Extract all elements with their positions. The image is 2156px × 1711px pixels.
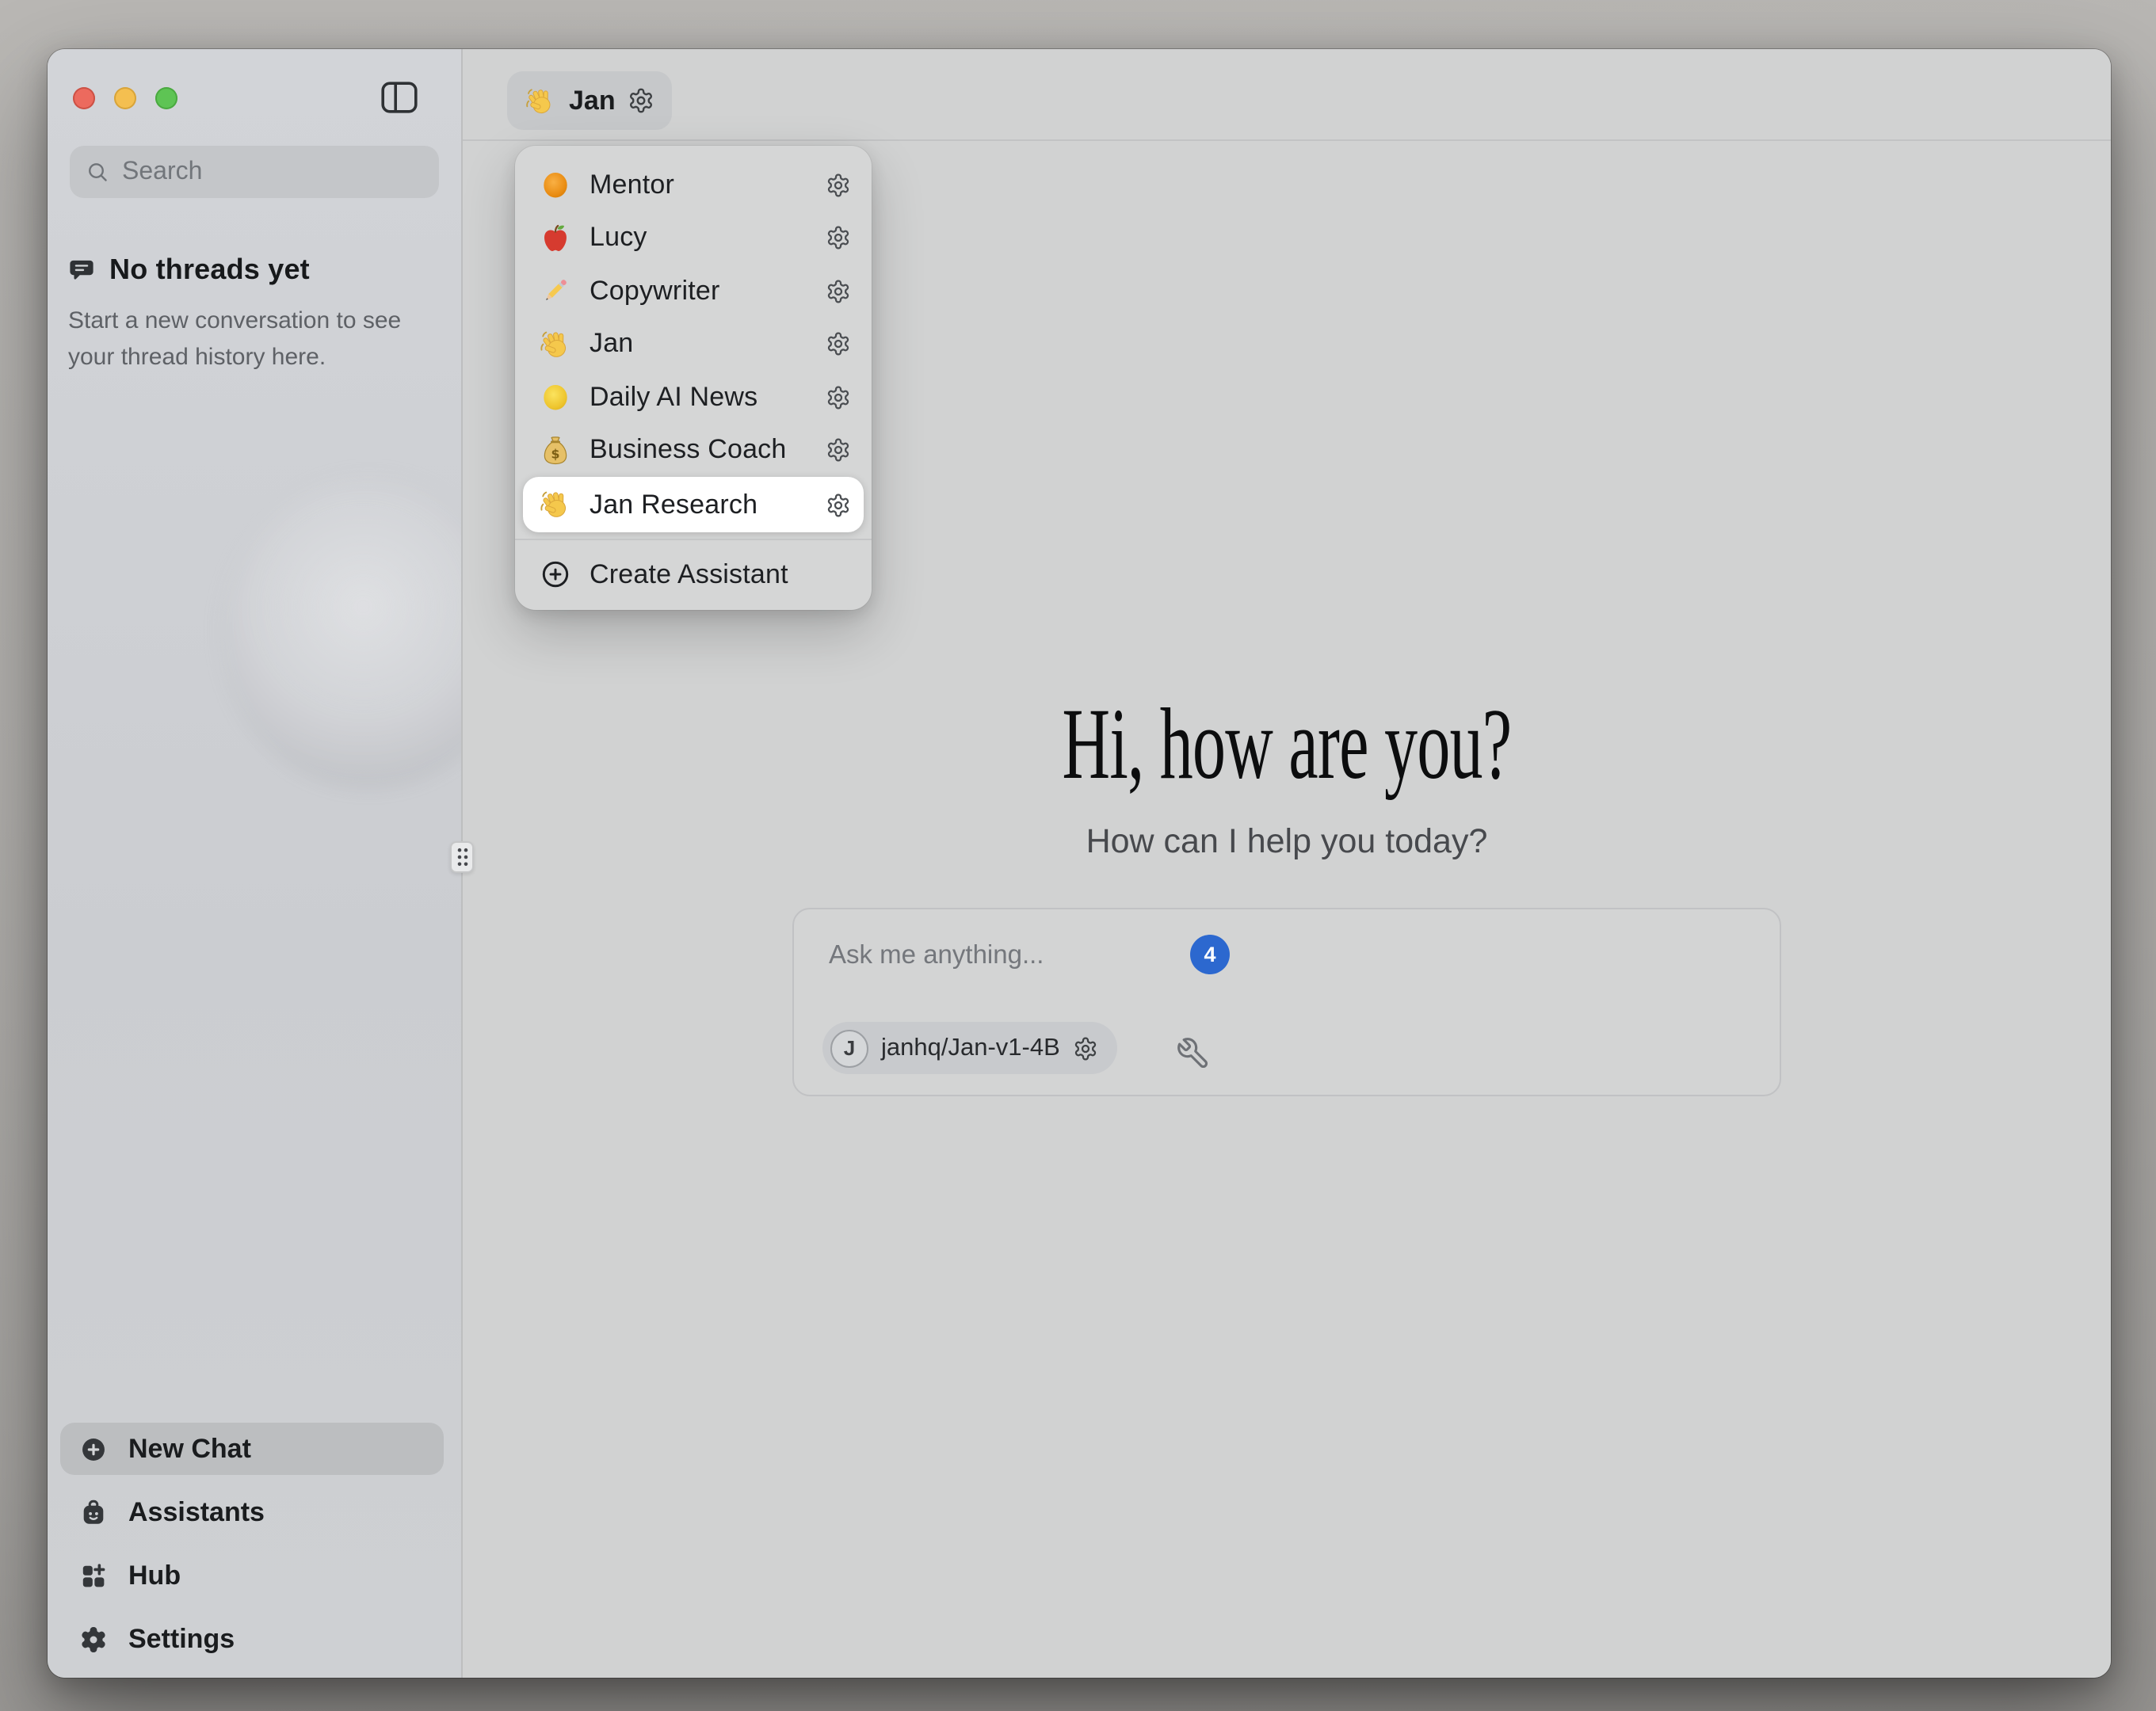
minimize-window-button[interactable] bbox=[114, 87, 136, 109]
menu-item-label: Jan Research bbox=[590, 489, 808, 520]
search-field[interactable] bbox=[70, 146, 439, 198]
empty-state-title-row: No threads yet bbox=[68, 253, 310, 287]
gear-icon[interactable] bbox=[826, 438, 851, 463]
sidebar-decorative-blob bbox=[219, 474, 461, 791]
assistant-menu-item-jan-research[interactable]: Jan Research bbox=[523, 477, 864, 532]
menu-item-label: Daily AI News bbox=[590, 382, 808, 413]
sidebar-item-settings[interactable]: Settings bbox=[60, 1613, 444, 1665]
current-assistant-name: Jan bbox=[569, 85, 616, 116]
assistants-robot-icon bbox=[79, 1498, 108, 1526]
menu-item-label: Business Coach bbox=[590, 435, 808, 467]
gear-icon[interactable] bbox=[826, 279, 851, 304]
new-chat-button[interactable]: New Chat bbox=[60, 1423, 444, 1475]
gear-icon[interactable] bbox=[826, 173, 851, 198]
greeting-title: Hi, how are you? bbox=[747, 689, 1826, 798]
chat-input[interactable] bbox=[794, 909, 1780, 1001]
money-bag-emoji-icon bbox=[539, 434, 572, 467]
greeting-subtitle: How can I help you today? bbox=[463, 822, 2111, 862]
model-avatar: J bbox=[830, 1029, 868, 1067]
plus-circle-icon bbox=[79, 1435, 108, 1463]
header-divider bbox=[463, 139, 2111, 141]
nav-item-label: Assistants bbox=[128, 1496, 265, 1528]
create-assistant-button[interactable]: Create Assistant bbox=[515, 548, 872, 601]
gear-icon[interactable] bbox=[826, 332, 851, 357]
red-apple-emoji-icon bbox=[539, 222, 572, 255]
waving-hand-emoji-icon bbox=[539, 328, 572, 361]
model-settings-gear-icon[interactable] bbox=[1073, 1035, 1098, 1061]
desktop-background: No threads yet Start a new conversation … bbox=[0, 0, 2156, 1711]
menu-item-label: Create Assistant bbox=[590, 559, 851, 591]
menu-separator bbox=[515, 539, 872, 540]
sidebar: No threads yet Start a new conversation … bbox=[48, 49, 461, 1678]
assistant-menu-item-daily-ai-news[interactable]: Daily AI News bbox=[515, 371, 872, 424]
search-icon bbox=[86, 160, 109, 184]
yellow-circle-emoji-icon bbox=[539, 381, 572, 414]
toggle-sidebar-button[interactable] bbox=[380, 81, 418, 114]
window-controls bbox=[73, 87, 177, 109]
assistant-menu-item-copywriter[interactable]: Copywriter bbox=[515, 265, 872, 318]
nav-item-label: Settings bbox=[128, 1623, 235, 1655]
zoom-window-button[interactable] bbox=[155, 87, 177, 109]
hub-grid-plus-icon bbox=[79, 1561, 108, 1590]
close-window-button[interactable] bbox=[73, 87, 95, 109]
drag-dots-icon bbox=[454, 846, 470, 868]
assistant-menu-item-jan[interactable]: Jan bbox=[515, 318, 872, 371]
plus-circle-icon bbox=[539, 558, 572, 592]
gear-icon[interactable] bbox=[826, 226, 851, 251]
app-window: No threads yet Start a new conversation … bbox=[48, 49, 2111, 1678]
menu-item-label: Copywriter bbox=[590, 276, 808, 307]
greeting: Hi, how are you? How can I help you toda… bbox=[463, 689, 2111, 862]
gear-icon[interactable] bbox=[826, 492, 851, 517]
model-name: janhq/Jan-v1-4B bbox=[881, 1034, 1060, 1062]
pencil-emoji-icon bbox=[539, 275, 572, 308]
main-header: Jan bbox=[463, 49, 2111, 139]
assistant-menu-item-mentor[interactable]: Mentor bbox=[515, 158, 872, 211]
menu-item-label: Jan bbox=[590, 329, 808, 360]
empty-state-description: Start a new conversation to see your thr… bbox=[68, 303, 429, 375]
menu-item-label: Lucy bbox=[590, 223, 808, 254]
sidebar-item-assistants[interactable]: Assistants bbox=[60, 1486, 444, 1538]
empty-state-title: No threads yet bbox=[109, 253, 310, 287]
assistant-selector-button[interactable]: Jan bbox=[507, 71, 673, 130]
chat-bubble-icon bbox=[68, 257, 95, 284]
search-input[interactable] bbox=[122, 158, 450, 186]
sidebar-panel-icon bbox=[380, 81, 418, 114]
assistant-menu-item-business-coach[interactable]: Business Coach bbox=[515, 424, 872, 477]
assistant-menu: Mentor Lucy Copywriter bbox=[515, 146, 872, 609]
gear-icon[interactable] bbox=[826, 385, 851, 410]
orange-circle-emoji-icon bbox=[539, 169, 572, 202]
tools-count-badge: 4 bbox=[1190, 935, 1230, 974]
composer: J janhq/Jan-v1-4B 4 bbox=[792, 908, 1781, 1096]
model-selector-button[interactable]: J janhq/Jan-v1-4B bbox=[822, 1022, 1117, 1074]
main-content: Jan Mentor Lucy bbox=[463, 49, 2111, 1678]
menu-item-label: Mentor bbox=[590, 170, 808, 201]
tools-button[interactable] bbox=[1176, 1036, 1211, 1071]
assistant-menu-item-lucy[interactable]: Lucy bbox=[515, 211, 872, 265]
waving-hand-emoji-icon bbox=[539, 488, 572, 521]
assistant-settings-gear-icon[interactable] bbox=[628, 87, 655, 114]
sidebar-resize-handle[interactable] bbox=[450, 841, 474, 873]
gear-icon bbox=[79, 1625, 108, 1653]
nav-item-label: Hub bbox=[128, 1560, 181, 1591]
sidebar-footer-nav: New Chat Assistants Hub Settings bbox=[60, 1423, 444, 1665]
nav-item-label: New Chat bbox=[128, 1433, 251, 1465]
wrench-icon bbox=[1176, 1036, 1211, 1071]
sidebar-item-hub[interactable]: Hub bbox=[60, 1549, 444, 1602]
waving-hand-emoji-icon bbox=[525, 85, 556, 116]
